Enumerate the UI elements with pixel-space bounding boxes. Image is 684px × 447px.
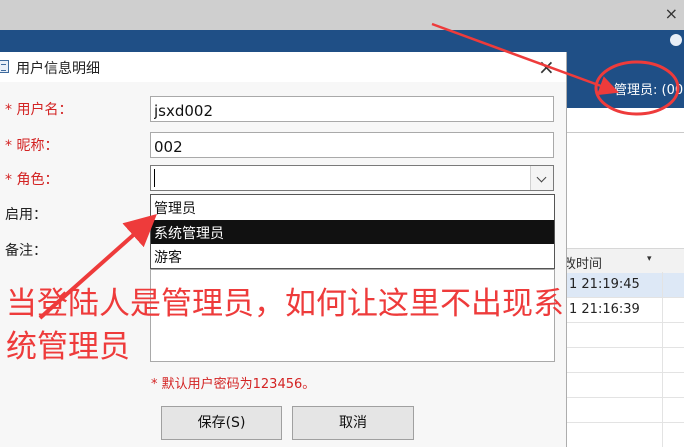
annotation-text: 当登陆人是管理员，如何让这里不出现系统管理员: [6, 286, 564, 365]
annotation-arrow-to-user: [431, 22, 620, 96]
annotation-overlay: [38, 22, 680, 320]
